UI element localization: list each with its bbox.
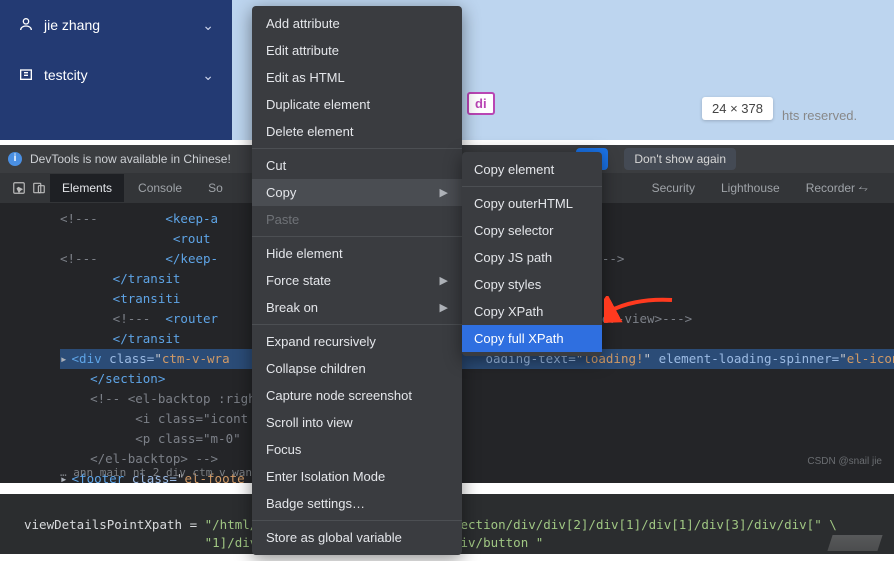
ctx-hide-element[interactable]: Hide element [252,240,462,267]
ctx-force-state[interactable]: Force state▶ [252,267,462,294]
ctx-edit-as-html[interactable]: Edit as HTML [252,64,462,91]
chevron-right-icon: ▶ [440,186,448,199]
sub-copy-full-xpath[interactable]: Copy full XPath [462,325,602,352]
ctx-add-attribute[interactable]: Add attribute [252,10,462,37]
sub-copy-js-path[interactable]: Copy JS path [462,244,602,271]
chevron-down-icon: ⌄ [202,67,214,84]
devtools-info-dismiss-button[interactable]: Don't show again [624,148,736,170]
sidebar-item-city[interactable]: testcity ⌄ [0,50,232,100]
breadcrumb-path[interactable]: … ann main nt 2 div ctm v wannannerann c… [60,466,886,480]
sub-copy-xpath[interactable]: Copy XPath [462,298,602,325]
decoration-shape [827,535,882,551]
ctx-badge-settings[interactable]: Badge settings… [252,490,462,517]
tab-sources[interactable]: So [196,174,235,202]
sub-copy-element[interactable]: Copy element [462,156,602,183]
inspector-highlight-badge: di [467,92,495,115]
ctx-delete-element[interactable]: Delete element [252,118,462,145]
annotation-arrow-icon [604,296,674,329]
footer-text-fragment: hts reserved. [782,108,857,123]
tab-console[interactable]: Console [126,174,194,202]
sub-copy-outerhtml[interactable]: Copy outerHTML [462,190,602,217]
sub-copy-selector[interactable]: Copy selector [462,217,602,244]
sidebar-item-label: jie zhang [44,17,100,33]
inspector-dimensions-tooltip: 24 × 378 [702,97,773,120]
app-sidebar: jie zhang ⌄ testcity ⌄ [0,0,232,140]
ctx-paste: Paste [252,206,462,233]
ctx-collapse-children[interactable]: Collapse children [252,355,462,382]
ctx-focus[interactable]: Focus [252,436,462,463]
ctx-edit-attribute[interactable]: Edit attribute [252,37,462,64]
ctx-scroll-into-view[interactable]: Scroll into view [252,409,462,436]
chevron-right-icon: ▶ [440,301,448,314]
watermark: CSDN @snail jie [807,456,882,467]
sub-copy-styles[interactable]: Copy styles [462,271,602,298]
chevron-down-icon: ⌄ [202,17,214,34]
ctx-cut[interactable]: Cut [252,152,462,179]
copy-submenu: Copy element Copy outerHTML Copy selecto… [462,152,602,356]
info-icon: i [8,152,22,166]
ctx-duplicate-element[interactable]: Duplicate element [252,91,462,118]
ctx-enter-isolation[interactable]: Enter Isolation Mode [252,463,462,490]
device-toggle-icon[interactable] [30,179,48,197]
city-icon [18,66,34,85]
sidebar-item-label: testcity [44,67,88,83]
devtools-info-message: DevTools is now available in Chinese! [30,152,231,166]
context-menu: Add attribute Edit attribute Edit as HTM… [252,6,462,555]
ctx-copy[interactable]: Copy▶ [252,179,462,206]
ctx-expand-recursively[interactable]: Expand recursively [252,328,462,355]
ctx-store-global[interactable]: Store as global variable [252,524,462,551]
tab-security[interactable]: Security [640,174,707,202]
inspect-icon[interactable] [10,179,28,197]
sidebar-item-user[interactable]: jie zhang ⌄ [0,0,232,50]
tab-recorder[interactable]: Recorder ⥊ [794,174,880,203]
tab-elements[interactable]: Elements [50,174,124,202]
user-icon [18,16,34,35]
chevron-right-icon: ▶ [440,274,448,287]
ctx-break-on[interactable]: Break on▶ [252,294,462,321]
tab-lighthouse[interactable]: Lighthouse [709,174,792,202]
ctx-capture-node-screenshot[interactable]: Capture node screenshot [252,382,462,409]
